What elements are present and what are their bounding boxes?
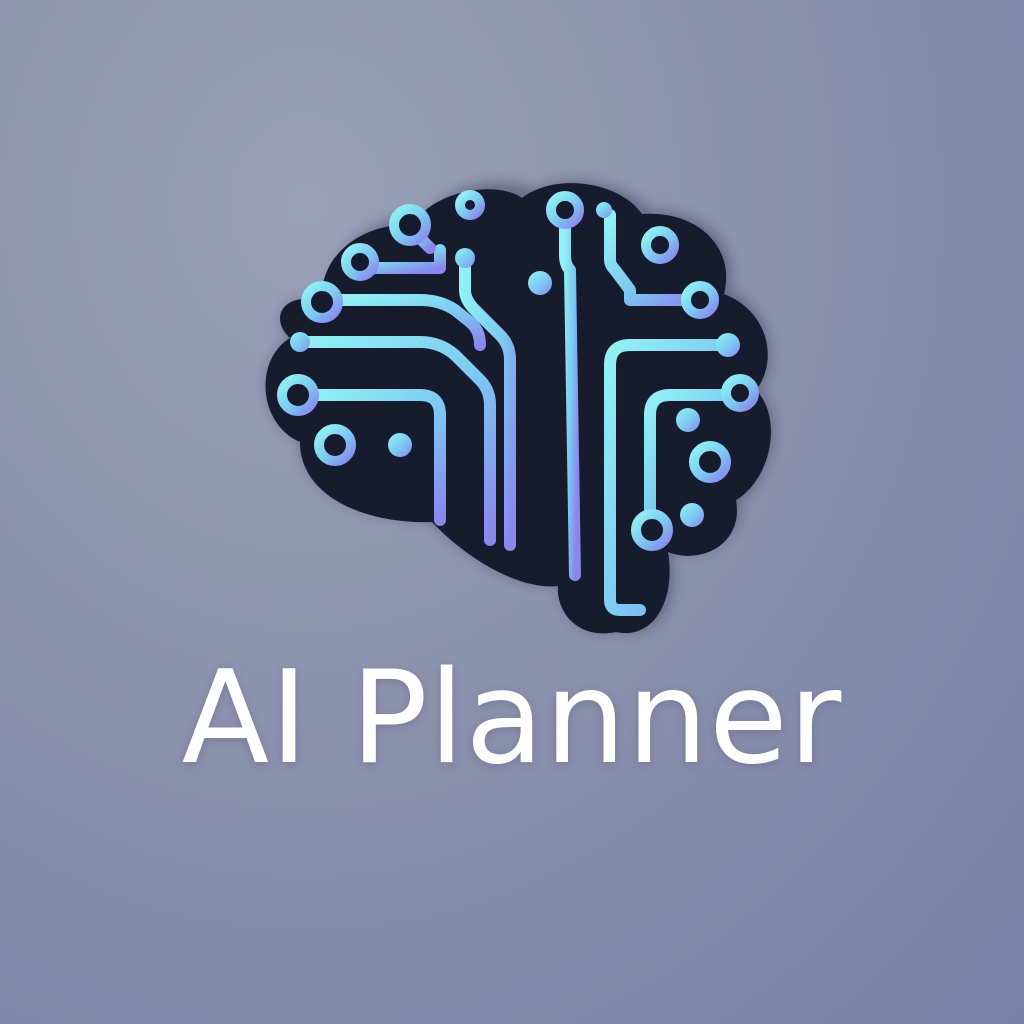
brain-outline — [265, 183, 771, 634]
brain-circuit-icon — [265, 180, 773, 634]
brand-name: AI Planner — [181, 644, 843, 793]
logo: AI Planner — [0, 0, 1024, 1024]
